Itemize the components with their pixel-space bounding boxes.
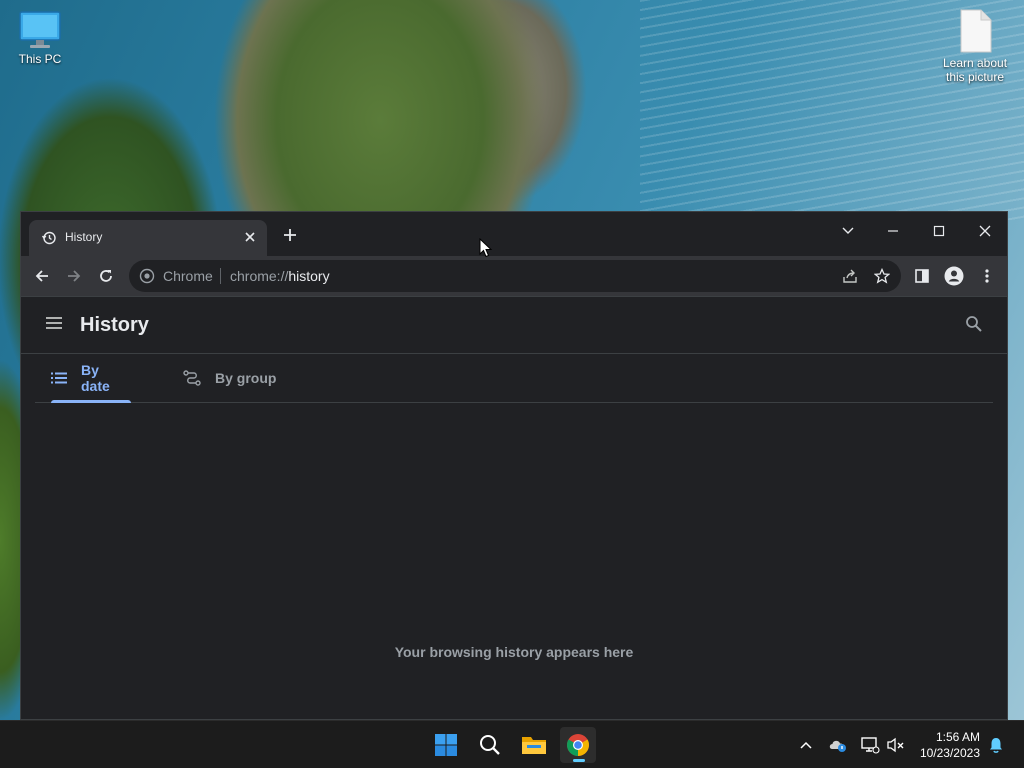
desktop-icon-label: This PC — [18, 52, 62, 66]
network-icon — [861, 737, 880, 754]
tab-search-button[interactable] — [833, 218, 863, 244]
clock-time: 1:56 AM — [935, 730, 980, 744]
desktop-icon-learn-about-picture[interactable]: Learn about this picture — [935, 8, 1015, 84]
chevron-down-icon — [842, 227, 854, 234]
minimize-icon — [888, 230, 898, 232]
windows-start-icon — [435, 734, 457, 756]
more-vertical-icon — [985, 269, 989, 283]
bell-icon — [990, 738, 1002, 753]
profile-avatar-icon — [944, 266, 964, 286]
page-title: History — [80, 314, 149, 336]
show-hidden-icons-button[interactable] — [796, 735, 816, 755]
history-page: History By date By group Your browsing h… — [21, 296, 1007, 719]
monitor-icon — [19, 11, 61, 48]
desktop-screen: This PC Learn about this picture History — [0, 0, 1024, 768]
document-icon — [960, 9, 992, 53]
maximize-button[interactable] — [924, 218, 954, 244]
site-chip-label: Chrome — [163, 268, 213, 284]
tab-by-group[interactable]: By group — [183, 354, 283, 402]
history-view-tabs: By date By group — [35, 354, 993, 403]
tab-title: History — [65, 230, 103, 244]
close-icon — [979, 225, 991, 237]
history-header: History — [21, 297, 1007, 354]
empty-history-message: Your browsing history appears here — [394, 644, 634, 660]
cloud-icon — [829, 740, 846, 752]
browser-toolbar: Chrome chrome://history — [21, 256, 1007, 296]
tab-history[interactable]: History — [29, 220, 267, 256]
list-icon — [51, 372, 67, 384]
file-explorer-icon — [522, 737, 546, 754]
taskbar-search-button[interactable] — [472, 727, 508, 763]
side-panel-button[interactable] — [912, 266, 932, 286]
tab-strip: History — [21, 212, 1007, 256]
search-icon[interactable] — [965, 315, 983, 333]
desktop-icon-label: Learn about this picture — [942, 56, 1008, 84]
address-divider — [220, 268, 221, 284]
arrow-right-icon — [68, 270, 81, 282]
history-icon — [41, 231, 56, 245]
tab-label: By group — [215, 370, 277, 386]
forward-button[interactable] — [64, 266, 84, 286]
share-button[interactable] — [840, 266, 860, 286]
mouse-cursor-icon — [479, 238, 493, 258]
volume-tray-button[interactable] — [886, 735, 906, 755]
reload-button[interactable] — [96, 266, 116, 286]
profile-button[interactable] — [944, 266, 964, 286]
bookmark-button[interactable] — [872, 266, 892, 286]
journeys-icon — [183, 370, 201, 386]
star-icon — [874, 268, 890, 284]
network-tray-button[interactable] — [860, 735, 880, 755]
chrome-site-icon — [139, 268, 155, 284]
url-scheme: chrome:// — [230, 268, 289, 284]
clock-date: 10/23/2023 — [919, 746, 980, 760]
tab-by-date[interactable]: By date — [51, 354, 131, 403]
active-tab-indicator — [51, 400, 131, 403]
start-button[interactable] — [428, 727, 464, 763]
notifications-button[interactable] — [986, 735, 1006, 755]
address-bar[interactable]: Chrome chrome://history — [129, 260, 901, 292]
hamburger-menu-icon[interactable] — [45, 315, 63, 331]
desktop-icon-this-pc[interactable]: This PC — [0, 10, 80, 66]
new-tab-icon[interactable] — [283, 228, 297, 242]
share-icon — [843, 269, 857, 283]
search-icon — [480, 735, 500, 755]
system-clock[interactable]: 1:56 AM 10/23/2023 — [920, 729, 980, 761]
taskbar-file-explorer[interactable] — [516, 727, 552, 763]
back-button[interactable] — [32, 266, 52, 286]
reload-icon — [100, 270, 112, 282]
tab-label: By date — [81, 362, 110, 394]
speaker-muted-icon — [887, 737, 904, 753]
url-text: chrome://history — [230, 268, 330, 284]
chrome-window: History Chrome chrome://history History … — [20, 211, 1008, 720]
running-indicator — [573, 759, 585, 762]
chevron-up-icon — [800, 741, 812, 749]
taskbar-chrome[interactable] — [560, 727, 596, 763]
arrow-left-icon — [35, 270, 48, 282]
maximize-icon — [933, 225, 945, 237]
close-window-button[interactable] — [970, 218, 1000, 244]
taskbar: 1:56 AM 10/23/2023 — [0, 720, 1024, 768]
url-host: history — [288, 268, 330, 284]
onedrive-tray-button[interactable] — [828, 735, 848, 755]
chrome-menu-button[interactable] — [977, 266, 997, 286]
side-panel-icon — [915, 269, 929, 283]
minimize-button[interactable] — [878, 218, 908, 244]
chrome-icon — [567, 734, 589, 756]
close-tab-icon[interactable] — [243, 230, 257, 244]
